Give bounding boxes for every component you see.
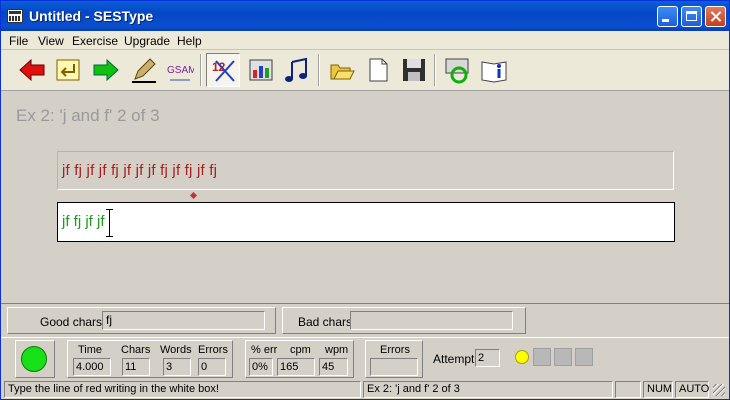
back-arrow-icon[interactable] <box>15 53 49 87</box>
svg-text:GSAM: GSAM <box>167 65 194 76</box>
status-auto: AUTO <box>675 381 709 398</box>
pen-icon[interactable] <box>127 53 161 87</box>
good-chars-label: Good chars <box>40 315 103 329</box>
errors-value: 0 <box>198 358 226 376</box>
title-bar[interactable]: Untitled - SESType <box>1 1 729 31</box>
bad-chars-field <box>350 311 513 330</box>
stats-panel: Time 4.000 Chars 11 Words 3 Errors 0 % e… <box>1 337 729 380</box>
wpm-value: 45 <box>319 358 348 376</box>
err-pct-value: 0% <box>249 358 273 376</box>
chars-panel: Good chars fj Bad chars <box>1 303 729 337</box>
bad-chars-group: Bad chars <box>282 307 526 334</box>
attempt-label: Attempt <box>433 352 475 366</box>
bad-chars-label: Bad chars <box>298 315 353 329</box>
new-document-icon[interactable] <box>361 53 395 87</box>
exercise-title: Ex 2: 'j and f' 2 of 3 <box>16 106 160 125</box>
maximize-button[interactable] <box>681 6 702 27</box>
toolbar: GSAM 12 <box>1 50 729 91</box>
words-value: 3 <box>163 358 191 376</box>
status-light-group <box>15 340 55 378</box>
attempt-value: 2 <box>475 349 500 367</box>
errors-label: Errors <box>198 344 228 356</box>
errors-group: Errors <box>365 340 423 378</box>
status-light-icon <box>21 346 47 372</box>
attempt-indicator-icon <box>515 350 529 364</box>
app-icon[interactable] <box>7 9 23 23</box>
attempt-slot <box>533 348 551 366</box>
good-chars-field: fj <box>102 311 265 330</box>
music-notes-icon[interactable] <box>280 53 314 87</box>
toolbar-separator <box>200 54 202 86</box>
menu-view[interactable]: View <box>38 34 64 48</box>
err-pct-label: % err <box>251 344 278 356</box>
position-marker <box>189 191 198 200</box>
online-icon[interactable] <box>441 53 475 87</box>
text-cursor-icon <box>106 209 113 237</box>
toolbar-separator <box>318 54 320 86</box>
window-title: Untitled - SESType <box>29 8 154 24</box>
minimize-button[interactable] <box>657 6 678 27</box>
time-value: 4.000 <box>73 358 111 376</box>
numbers-icon[interactable]: 12 <box>206 53 240 87</box>
target-line-box: jf fj jf jf fj jf jf jf fj jf fj jf fj <box>57 151 674 190</box>
progress-stats-group: Time 4.000 Chars 11 Words 3 Errors 0 <box>67 340 233 378</box>
menu-help[interactable]: Help <box>177 34 202 48</box>
menu-file[interactable]: File <box>9 34 28 48</box>
typed-text: jf fj jf jf <box>62 213 105 230</box>
bar-chart-icon[interactable] <box>244 53 278 87</box>
status-exercise: Ex 2: 'j and f' 2 of 3 <box>363 381 613 398</box>
target-line-text: jf fj jf jf fj jf jf jf fj jf fj jf fj <box>62 162 218 179</box>
wpm-label: wpm <box>325 344 349 356</box>
open-folder-icon[interactable] <box>325 53 359 87</box>
status-bar: Type the line of red writing in the whit… <box>1 380 729 399</box>
status-hint: Type the line of red writing in the whit… <box>4 381 361 398</box>
exercise-area: Ex 2: 'j and f' 2 of 3 jf fj jf jf fj jf… <box>1 91 729 302</box>
cpm-label: cpm <box>290 344 311 356</box>
typing-input[interactable]: jf fj jf jf <box>57 202 675 242</box>
attempt-slot <box>575 348 593 366</box>
chars-value: 11 <box>122 358 150 376</box>
status-cell-empty <box>615 381 641 398</box>
return-icon[interactable] <box>51 53 85 87</box>
errors2-label: Errors <box>380 344 410 356</box>
time-label: Time <box>78 344 103 356</box>
menu-bar: File View Exercise Upgrade Help <box>1 31 729 50</box>
resize-grip-icon[interactable] <box>713 384 725 396</box>
speed-stats-group: % err 0% cpm 165 wpm 45 <box>245 340 354 378</box>
words-label: Words <box>160 344 192 356</box>
menu-exercise[interactable]: Exercise <box>72 34 118 48</box>
forward-arrow-icon[interactable] <box>89 53 123 87</box>
good-chars-group: Good chars fj <box>7 307 276 334</box>
menu-upgrade[interactable]: Upgrade <box>124 34 170 48</box>
toolbar-separator <box>434 54 436 86</box>
close-button[interactable] <box>705 6 726 27</box>
letters-icon[interactable]: GSAM <box>163 53 197 87</box>
errors2-value <box>370 358 418 376</box>
info-book-icon[interactable] <box>477 53 511 87</box>
save-disk-icon[interactable] <box>397 53 431 87</box>
cpm-value: 165 <box>277 358 315 376</box>
app-window: Untitled - SESType File View Exercise Up… <box>0 0 730 400</box>
chars-label: Chars <box>121 344 151 356</box>
attempt-slot <box>554 348 572 366</box>
status-num: NUM <box>643 381 673 398</box>
